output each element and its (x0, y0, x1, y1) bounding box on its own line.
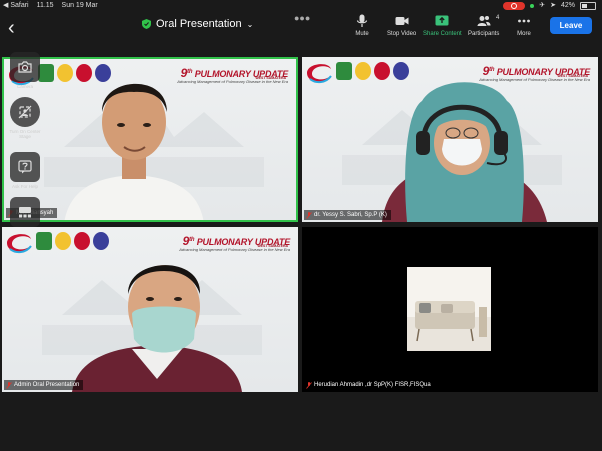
center-stage-button[interactable]: Turn On Center Stage (9, 97, 41, 139)
location-icon: ➤ (550, 2, 556, 9)
event-logo-icon (307, 64, 332, 84)
leave-button[interactable]: Leave (550, 17, 592, 34)
meeting-title: Oral Presentation (156, 18, 242, 30)
airplane-icon: ✈ (539, 2, 546, 9)
province-emblem-icon (36, 232, 52, 250)
participant-video-feed (72, 265, 242, 392)
meeting-title-button[interactable]: Oral Presentation ⌄ (142, 17, 253, 31)
status-date: Sun 19 Mar (61, 2, 98, 9)
camera-in-use-dot (530, 3, 535, 8)
participants-icon (477, 16, 491, 26)
video-tile-4[interactable]: Herudian Ahmadin ,dr SpP(K) FISR,FISQua (302, 227, 598, 392)
video-tile-2[interactable]: 9th PULMONARY UPDATE WEST SUMATERA Advan… (302, 57, 598, 222)
layout-toggle-button[interactable] (9, 197, 41, 229)
microphone-icon (356, 14, 368, 27)
participant-video-feed (64, 83, 204, 220)
camera-switch-icon (18, 61, 32, 73)
participant-nameplate: dr. Yessy S. Sabri, Sp.P (K) (304, 210, 391, 220)
status-time: 11.15 (36, 2, 54, 9)
battery-icon (580, 2, 596, 10)
participant-count: 4 (496, 15, 500, 21)
chevron-left-icon[interactable]: ‹ (8, 18, 22, 38)
muted-microphone-icon (306, 381, 312, 389)
gallery-layout-icon (19, 207, 31, 218)
multitasking-dots-icon[interactable]: ●●● (294, 13, 310, 23)
recording-indicator (503, 2, 526, 10)
ask-for-help-button[interactable]: Ask For Help (9, 152, 41, 189)
battery-percent: 42% (560, 2, 575, 9)
muted-microphone-icon (306, 211, 312, 219)
more-button[interactable]: More (517, 14, 531, 37)
center-stage-off-icon (18, 105, 32, 119)
video-camera-icon (395, 17, 409, 25)
event-logo-icon (7, 234, 32, 254)
share-content-button[interactable]: Share Content (423, 14, 462, 37)
stop-video-button[interactable]: Stop Video (387, 14, 416, 37)
back-to-app[interactable]: ◀ Safari (3, 2, 29, 9)
association-logo-icon (74, 232, 90, 250)
help-question-icon (18, 160, 32, 174)
mute-button[interactable]: Mute (355, 14, 369, 37)
share-screen-icon (435, 15, 449, 26)
camera-switch-button[interactable]: Camera (9, 52, 41, 89)
shield-check-icon (142, 19, 151, 29)
chevron-down-icon: ⌄ (246, 19, 254, 29)
participant-nameplate: Admin Oral Presentation (4, 380, 84, 390)
video-tile-1[interactable]: 9th PULMONARY UPDATE WEST SUMATERA Advan… (2, 57, 298, 222)
participant-nameplate: Herudian Ahmadin ,dr SpP(K) FISR,FISQua (304, 380, 435, 390)
hospital-logo-icon (55, 232, 71, 250)
video-tile-3[interactable]: 9th PULMONARY UPDATE WEST SUMATERA Advan… (2, 227, 298, 392)
participants-button[interactable]: Participants (468, 14, 499, 37)
province-emblem-icon (336, 62, 352, 80)
university-logo-icon (93, 232, 109, 250)
muted-microphone-icon (6, 381, 12, 389)
ellipsis-icon (518, 19, 530, 23)
status-bar: ◀ Safari 11.15 Sun 19 Mar ✈ ➤ 42% (0, 0, 602, 11)
meeting-toolbar: ‹ ●●● Oral Presentation ⌄ Mute Stop Vide… (0, 11, 602, 51)
participant-video-feed (382, 82, 547, 222)
profile-picture (407, 267, 491, 351)
